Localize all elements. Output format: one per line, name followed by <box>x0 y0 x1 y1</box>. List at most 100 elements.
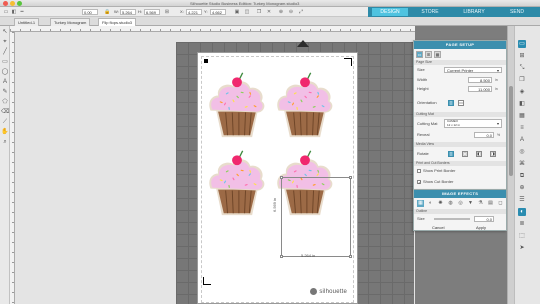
group-icon[interactable]: ▣ <box>234 9 240 15</box>
zoom-out-icon[interactable]: ⊖ <box>288 9 294 15</box>
portrait-orientation-icon[interactable]: ▯ <box>448 100 454 106</box>
modify-icon[interactable]: ⧉ <box>518 172 526 180</box>
saturation-icon[interactable]: ◎ <box>457 200 464 207</box>
zoom-window-icon[interactable] <box>17 1 22 6</box>
close-window-icon[interactable] <box>3 1 8 6</box>
offset-icon[interactable]: ◎ <box>518 148 526 156</box>
line-color-icon[interactable]: ◧ <box>11 9 17 15</box>
tab-design[interactable]: DESIGN <box>372 8 408 16</box>
pattern-icon[interactable]: ▦ <box>518 112 526 120</box>
height-label: H: <box>138 9 142 14</box>
text-style-icon[interactable]: A <box>518 136 526 144</box>
tab-page-setup-page[interactable]: ▭ <box>416 51 423 58</box>
invert-icon[interactable]: ⚗ <box>477 200 484 207</box>
hue-icon[interactable]: ◍ <box>447 200 454 207</box>
weld-icon[interactable]: ⊕ <box>518 184 526 192</box>
polygon-tool-icon[interactable]: ⬠ <box>1 98 9 106</box>
reveal-field[interactable]: 0.0 <box>474 132 494 138</box>
brightness-icon[interactable]: ▦ <box>417 200 424 207</box>
tab-page-setup-registration[interactable]: ⊞ <box>425 51 432 58</box>
page-height-field[interactable]: 11.000 <box>468 86 492 92</box>
transform-icon[interactable]: ⤡ <box>518 64 526 72</box>
image-effects-icon[interactable]: ◐ <box>518 208 526 216</box>
media-view-section: Media View <box>414 142 506 147</box>
line-style-icon[interactable]: ≡ <box>518 124 526 132</box>
line-style-icon[interactable]: ━ <box>19 9 25 15</box>
ellipse-tool-icon[interactable]: ◯ <box>1 68 9 76</box>
rotate-90-icon[interactable]: ◫ <box>462 151 468 157</box>
x-field[interactable]: 4.221 <box>186 9 202 15</box>
vertical-scrollbar[interactable] <box>507 26 514 304</box>
cutting-mat-select[interactable]: CAMEO 12 x 12 in ▾ <box>444 119 502 128</box>
y-label: Y: <box>204 9 208 14</box>
cupcake-image[interactable] <box>205 147 269 217</box>
trace-icon[interactable]: ⌘ <box>518 160 526 168</box>
tab-send[interactable]: SEND <box>498 8 536 16</box>
zoom-in-icon[interactable]: ⊕ <box>278 9 284 15</box>
grayscale-icon[interactable]: ▤ <box>487 200 494 207</box>
minimize-window-icon[interactable] <box>10 1 15 6</box>
doc-tab-untitled[interactable]: Untitled-1 <box>14 18 40 26</box>
resize-handle[interactable] <box>349 255 352 258</box>
line-tool-icon[interactable]: ╱ <box>1 48 9 56</box>
draw-tool-icon[interactable]: ✎ <box>1 88 9 96</box>
cupcake-image[interactable] <box>273 69 337 139</box>
select-tool-icon[interactable]: ↖ <box>1 28 9 36</box>
library-icon[interactable]: ⬚ <box>518 232 526 240</box>
fill-color-icon[interactable]: ▭ <box>3 9 9 15</box>
outline-icon[interactable]: ◻ <box>497 200 504 207</box>
text-tool-icon[interactable]: A <box>1 78 9 86</box>
cancel-button[interactable]: Cancel <box>432 225 444 231</box>
pan-tool-icon[interactable]: ✋ <box>1 128 9 136</box>
y-field[interactable]: 4.662 <box>210 9 226 15</box>
apply-button[interactable]: Apply <box>476 225 486 231</box>
outline-size-field[interactable]: 0.0 <box>474 216 494 222</box>
height-field[interactable]: 6.569 <box>144 9 160 15</box>
edit-points-icon[interactable]: ⌖ <box>1 38 9 46</box>
doc-tab-flipflops[interactable]: Flip flops.studio3 <box>98 18 137 26</box>
rotate-180-icon[interactable]: ◧ <box>476 151 482 157</box>
design-canvas[interactable]: silhouette 5.264 in 6.569 in <box>15 32 415 304</box>
knife-tool-icon[interactable]: ⟋ <box>1 118 9 126</box>
sun-icon[interactable]: ✺ <box>437 200 444 207</box>
align-icon[interactable]: ☰ <box>518 196 526 204</box>
resize-handle[interactable] <box>280 176 283 179</box>
outline-size-slider[interactable] <box>434 218 470 220</box>
fit-page-icon[interactable]: ⤢ <box>298 9 304 15</box>
resize-handle[interactable] <box>280 255 283 258</box>
page-setup-icon[interactable]: ▭ <box>518 40 526 48</box>
send-icon[interactable]: ➤ <box>518 244 526 252</box>
delete-icon[interactable]: ✕ <box>266 9 272 15</box>
scrollbar-thumb[interactable] <box>509 86 513 176</box>
rotate-0-icon[interactable]: ▯ <box>448 151 454 157</box>
ungroup-icon[interactable]: ◫ <box>244 9 250 15</box>
cupcake-image[interactable] <box>205 69 269 139</box>
show-cut-border-checkbox[interactable]: ✓ <box>417 180 421 185</box>
lock-icon[interactable]: 🔒 <box>104 9 110 15</box>
tab-store[interactable]: STORE <box>412 8 448 16</box>
width-field[interactable]: 5.264 <box>120 9 136 15</box>
tab-page-setup-mat[interactable]: ▦ <box>434 51 441 58</box>
sharpen-icon[interactable]: ◐ <box>427 200 434 207</box>
layers-icon[interactable]: ≣ <box>518 220 526 228</box>
duplicate-icon[interactable]: ❐ <box>256 9 262 15</box>
fill-icon[interactable]: ◈ <box>518 88 526 96</box>
page-size-select[interactable]: Current Printer ▾ <box>444 67 502 73</box>
zoom-tool-icon[interactable]: ⌕ <box>1 138 9 146</box>
resize-handle[interactable] <box>349 176 352 179</box>
doc-tab-turkey[interactable]: Turkey Monogram <box>50 18 91 26</box>
line-width-field[interactable]: 0.00 <box>82 9 98 15</box>
align-icon[interactable]: ⊞ <box>164 9 170 15</box>
grid-icon[interactable]: ⊞ <box>518 52 526 60</box>
rectangle-tool-icon[interactable]: ▭ <box>1 58 9 66</box>
gradient-icon[interactable]: ◧ <box>518 100 526 108</box>
show-print-border-checkbox[interactable] <box>417 169 421 173</box>
page-width-field[interactable]: 8.500 <box>468 77 492 83</box>
tab-library[interactable]: LIBRARY <box>454 8 494 16</box>
filter-icon[interactable]: ▼ <box>467 200 474 207</box>
eraser-tool-icon[interactable]: ⌫ <box>1 108 9 116</box>
rotate-270-icon[interactable]: ◨ <box>490 151 496 157</box>
selection-box[interactable] <box>280 176 352 258</box>
landscape-orientation-icon[interactable]: ▭ <box>458 100 464 106</box>
replicate-icon[interactable]: ❐ <box>518 76 526 84</box>
